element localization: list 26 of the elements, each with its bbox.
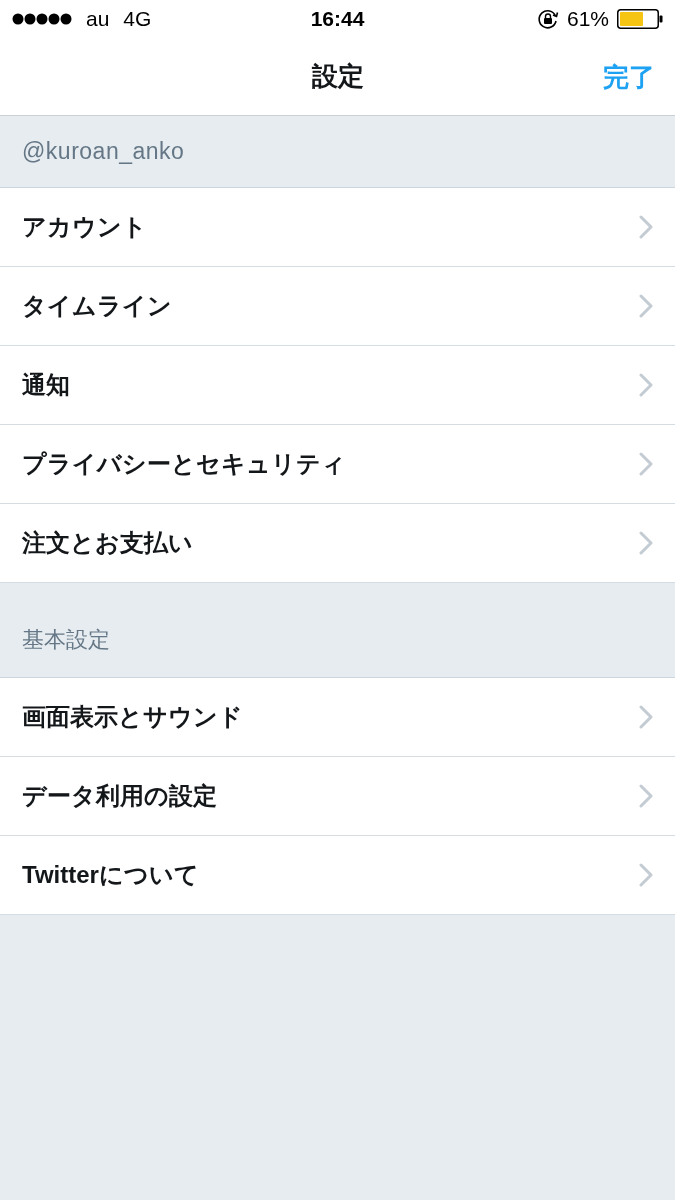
section-header-text: @kuroan_anko — [22, 138, 185, 165]
settings-row[interactable]: 注文とお支払い — [0, 504, 675, 583]
chevron-right-icon — [639, 373, 653, 397]
settings-row[interactable]: 画面表示とサウンド — [0, 678, 675, 757]
settings-row[interactable]: アカウント — [0, 188, 675, 267]
carrier-text: au — [86, 7, 110, 31]
chevron-right-icon — [639, 863, 653, 887]
settings-row[interactable]: Twitterについて — [0, 836, 675, 915]
chevron-right-icon — [639, 294, 653, 318]
clock-text: 16:44 — [310, 7, 365, 31]
chevron-right-icon — [639, 784, 653, 808]
settings-row[interactable]: データ利用の設定 — [0, 757, 675, 836]
battery-icon — [617, 9, 663, 29]
settings-row[interactable]: プライバシーとセキュリティ — [0, 425, 675, 504]
settings-row[interactable]: タイムライン — [0, 267, 675, 346]
battery-percent-text: 61% — [566, 7, 609, 31]
chevron-right-icon — [639, 531, 653, 555]
section-header-text: 基本設定 — [22, 626, 110, 654]
rotation-lock-icon — [536, 8, 559, 30]
chevron-right-icon — [639, 705, 653, 729]
signal-icon — [12, 13, 72, 25]
settings-row[interactable]: 通知 — [0, 346, 675, 425]
chevron-right-icon — [639, 452, 653, 476]
page-title: 設定 — [311, 60, 364, 93]
network-text: 4G — [123, 7, 152, 31]
chevron-right-icon — [639, 215, 653, 239]
